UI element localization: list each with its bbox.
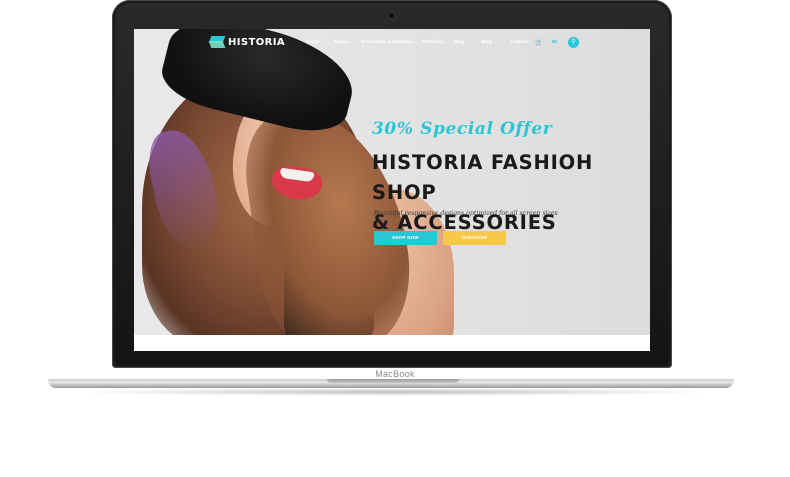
nav-label: Shop xyxy=(481,39,493,44)
nav-label: Contact xyxy=(510,39,528,44)
nav-label: Pages xyxy=(334,39,348,44)
camera-icon xyxy=(389,13,394,18)
laptop-screen: HISTORIA Home⌄ Pages⌄ Shortcodes & Featu… xyxy=(134,29,650,351)
site-header: HISTORIA Home⌄ Pages⌄ Shortcodes & Featu… xyxy=(134,29,650,55)
nav-item-contact[interactable]: Contact xyxy=(510,39,527,44)
chevron-down-icon: ⌄ xyxy=(441,39,446,44)
nav-label: Blog xyxy=(454,39,465,44)
chevron-down-icon: ⌄ xyxy=(412,39,416,44)
chevron-down-icon: ⌄ xyxy=(319,39,324,44)
screen-bezel xyxy=(112,351,672,368)
chevron-down-icon: ⌄ xyxy=(348,39,352,44)
shop-now-button[interactable]: SHOP NOW xyxy=(374,231,437,245)
nav-item-shop[interactable]: Shop xyxy=(481,39,492,44)
laptop-notch xyxy=(327,379,459,383)
laptop-shadow xyxy=(70,388,720,396)
nav-item-home[interactable]: Home⌄ xyxy=(306,39,323,44)
nav-item-portfolio[interactable]: Portfolio⌄ xyxy=(422,39,445,44)
discover-button[interactable]: DISCOVER xyxy=(443,231,506,245)
nav-label: Portfolio xyxy=(422,39,441,44)
nav-item-pages[interactable]: Pages⌄ xyxy=(334,39,352,44)
hero-section: HISTORIA Home⌄ Pages⌄ Shortcodes & Featu… xyxy=(134,29,650,335)
hero-subline: Beautiful responsive designs optimized f… xyxy=(374,210,558,217)
logo-text: HISTORIA xyxy=(228,36,285,48)
logo-icon xyxy=(208,36,226,48)
cart-total[interactable]: $0 xyxy=(552,39,557,44)
nav-label: Home xyxy=(306,39,319,44)
search-icon[interactable]: ⚲ xyxy=(568,37,579,48)
headline-line-1: HISTORIA FASHIOH SHOP xyxy=(372,151,594,204)
hero-offer: 30% Special Offer xyxy=(372,119,553,139)
hero-headline: HISTORIA FASHIOH SHOP & ACCESSORIES xyxy=(372,148,632,238)
nav-item-blog[interactable]: Blog xyxy=(454,39,464,44)
cart-icon[interactable]: 🛒 xyxy=(535,39,542,46)
nav-label: Shortcodes & Features xyxy=(361,39,412,44)
site-logo[interactable]: HISTORIA xyxy=(208,36,285,48)
device-label: MacBook xyxy=(375,369,415,379)
nav-item-shortcodes[interactable]: Shortcodes & Features⌄ xyxy=(361,39,416,44)
